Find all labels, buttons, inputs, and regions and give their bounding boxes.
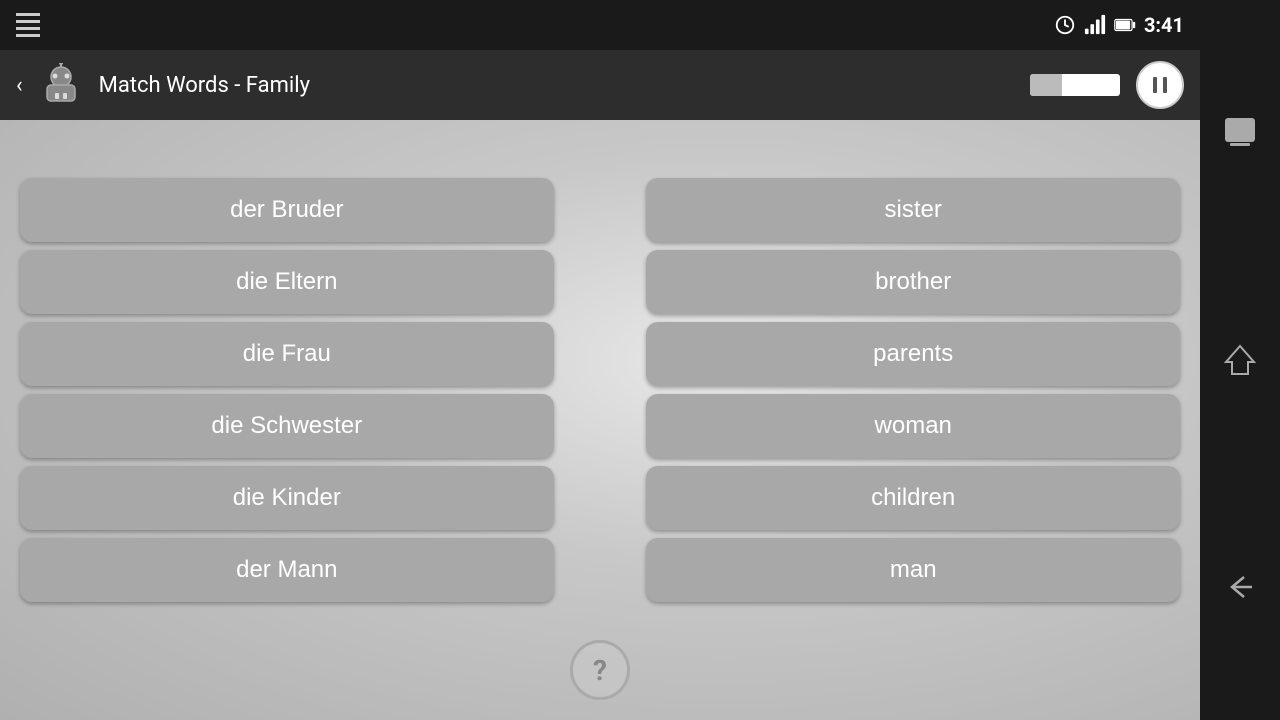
english-word-button[interactable]: parents bbox=[646, 322, 1180, 386]
help-label: ? bbox=[593, 654, 607, 687]
german-word-button[interactable]: die Eltern bbox=[20, 250, 554, 314]
status-bar: 3:41 bbox=[0, 0, 1200, 50]
english-word-button[interactable]: children bbox=[646, 466, 1180, 530]
german-word-button[interactable]: die Frau bbox=[20, 322, 554, 386]
app-icon bbox=[39, 63, 83, 107]
german-word-button[interactable]: der Mann bbox=[20, 538, 554, 602]
back-nav-button[interactable] bbox=[1213, 567, 1267, 607]
german-column: der Bruder die Eltern die Frau die Schweste… bbox=[20, 178, 554, 602]
side-nav bbox=[1200, 0, 1280, 720]
english-column: sister brother parents woman children man bbox=[646, 178, 1180, 602]
word-columns: der Bruder die Eltern die Frau die Schweste… bbox=[0, 120, 1200, 720]
english-word-button[interactable]: woman bbox=[646, 394, 1180, 458]
status-right: 3:41 bbox=[1054, 13, 1184, 37]
menu-icon bbox=[16, 13, 40, 37]
clock-icon bbox=[1054, 14, 1076, 36]
german-word-button[interactable]: die Schwester bbox=[20, 394, 554, 458]
progress-bar-fill bbox=[1030, 74, 1062, 96]
english-word-button[interactable]: brother bbox=[646, 250, 1180, 314]
english-word-button[interactable]: sister bbox=[646, 178, 1180, 242]
action-bar: ‹ Match Words - Family bbox=[0, 50, 1200, 120]
help-button[interactable]: ? bbox=[570, 640, 630, 700]
app-title: Match Words - Family bbox=[99, 73, 1014, 98]
progress-bar bbox=[1030, 74, 1120, 96]
german-word-button[interactable]: der Bruder bbox=[20, 178, 554, 242]
recent-apps-button[interactable] bbox=[1213, 113, 1267, 153]
english-word-button[interactable]: man bbox=[646, 538, 1180, 602]
home-button[interactable] bbox=[1213, 340, 1267, 380]
battery-icon bbox=[1114, 14, 1136, 36]
main-area: 3:41 ‹ Match Words - Family bbox=[0, 0, 1200, 720]
time-display: 3:41 bbox=[1144, 13, 1184, 37]
game-area: der Bruder die Eltern die Frau die Schweste… bbox=[0, 120, 1200, 720]
status-left bbox=[16, 13, 40, 37]
german-word-button[interactable]: die Kinder bbox=[20, 466, 554, 530]
pause-button[interactable] bbox=[1136, 61, 1184, 109]
signal-icon bbox=[1084, 14, 1106, 36]
back-button[interactable]: ‹ bbox=[16, 73, 23, 98]
